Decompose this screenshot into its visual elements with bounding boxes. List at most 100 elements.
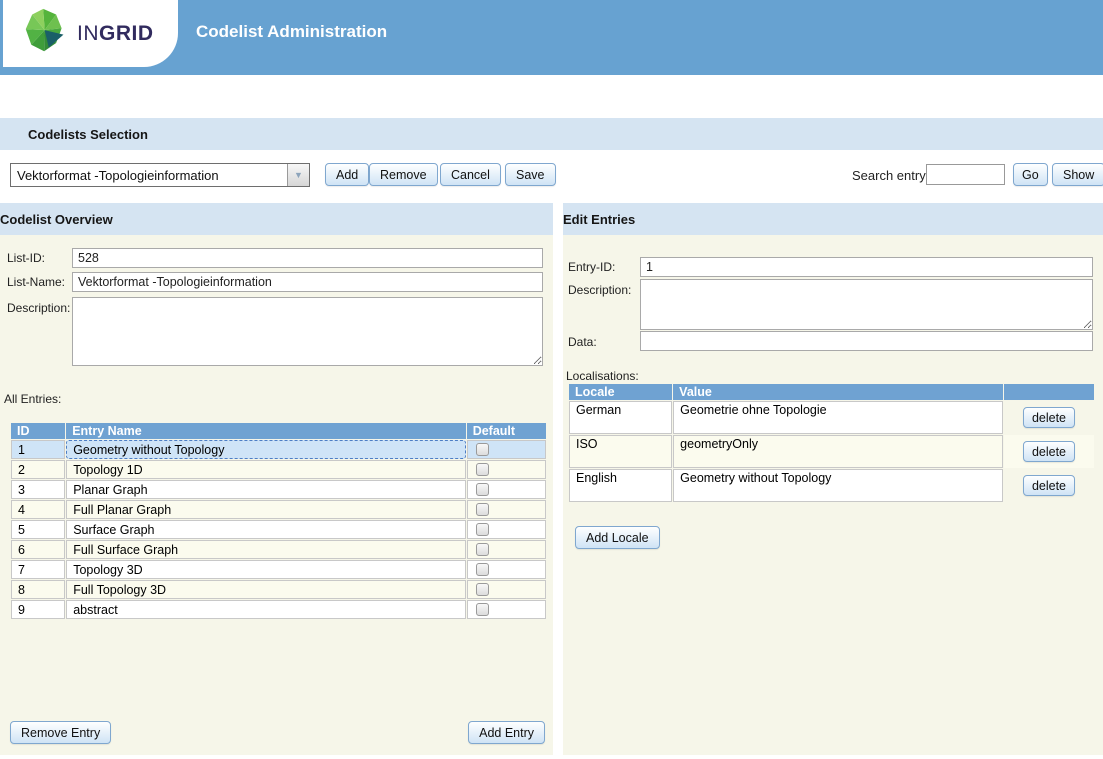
codelist-select[interactable]: Vektorformat -Topologieinformation ▼ bbox=[10, 163, 310, 187]
table-row[interactable]: 7 Topology 3D bbox=[11, 560, 546, 579]
entry-data-field[interactable] bbox=[640, 331, 1093, 351]
entry-id-cell: 4 bbox=[11, 500, 65, 519]
page-title: Codelist Administration bbox=[196, 22, 387, 42]
entry-id-cell: 2 bbox=[11, 460, 65, 479]
add-entry-button[interactable]: Add Entry bbox=[468, 721, 545, 744]
entry-name-cell[interactable]: abstract bbox=[66, 600, 465, 619]
default-checkbox[interactable] bbox=[476, 603, 489, 616]
list-id-label: List-ID: bbox=[7, 251, 45, 265]
default-checkbox[interactable] bbox=[476, 583, 489, 596]
entry-id-cell: 6 bbox=[11, 540, 65, 559]
list-id-field[interactable] bbox=[72, 248, 543, 268]
entry-name-cell[interactable]: Full Planar Graph bbox=[66, 500, 465, 519]
edit-entries-panel: Edit Entries Entry-ID: Description: Data… bbox=[563, 203, 1103, 755]
default-checkbox[interactable] bbox=[476, 483, 489, 496]
table-row[interactable]: 4 Full Planar Graph bbox=[11, 500, 546, 519]
logo-panel: INGRID bbox=[3, 0, 178, 67]
show-button[interactable]: Show bbox=[1052, 163, 1103, 186]
add-locale-button[interactable]: Add Locale bbox=[575, 526, 660, 549]
delete-button[interactable]: delete bbox=[1023, 407, 1075, 428]
value-cell: Geometry without Topology bbox=[673, 469, 1003, 502]
codelists-selection-title: Codelists Selection bbox=[28, 127, 148, 142]
entry-id-cell: 3 bbox=[11, 480, 65, 499]
logo-text-in: IN bbox=[77, 22, 99, 45]
list-description-field[interactable] bbox=[72, 297, 543, 366]
table-row[interactable]: 2 Topology 1D bbox=[11, 460, 546, 479]
entry-default-cell bbox=[467, 480, 546, 499]
remove-entry-button[interactable]: Remove Entry bbox=[10, 721, 111, 744]
col-default: Default bbox=[467, 423, 546, 439]
entry-default-cell bbox=[467, 500, 546, 519]
entry-name-cell[interactable]: Topology 3D bbox=[66, 560, 465, 579]
entry-default-cell bbox=[467, 580, 546, 599]
entry-id-cell: 7 bbox=[11, 560, 65, 579]
entry-name-cell[interactable]: Full Topology 3D bbox=[66, 580, 465, 599]
entry-name-cell[interactable]: Planar Graph bbox=[66, 480, 465, 499]
app-header: INGRID Codelist Administration bbox=[0, 0, 1103, 75]
entry-name-cell[interactable]: Geometry without Topology bbox=[66, 440, 465, 459]
codelist-select-value: Vektorformat -Topologieinformation bbox=[11, 168, 287, 183]
go-button[interactable]: Go bbox=[1013, 163, 1048, 186]
locale-cell: German bbox=[569, 401, 672, 434]
entry-default-cell bbox=[467, 520, 546, 539]
locale-cell: English bbox=[569, 469, 672, 502]
entry-id-cell: 9 bbox=[11, 600, 65, 619]
table-row[interactable]: 1 Geometry without Topology bbox=[11, 440, 546, 459]
table-row[interactable]: 3 Planar Graph bbox=[11, 480, 546, 499]
logo-text: INGRID bbox=[77, 22, 154, 46]
chevron-down-icon[interactable]: ▼ bbox=[287, 164, 309, 186]
delete-button[interactable]: delete bbox=[1023, 441, 1075, 462]
value-cell: geometryOnly bbox=[673, 435, 1003, 468]
action-cell: delete bbox=[1004, 401, 1094, 434]
entry-name-cell[interactable]: Topology 1D bbox=[66, 460, 465, 479]
default-checkbox[interactable] bbox=[476, 523, 489, 536]
entry-description-label: Description: bbox=[568, 283, 631, 297]
codelist-overview-panel: Codelist Overview List-ID: List-Name: De… bbox=[0, 203, 553, 755]
logo-text-grid: GRID bbox=[99, 22, 154, 45]
localisations-table: Locale Value German Geometrie ohne Topol… bbox=[568, 383, 1095, 503]
entry-name-cell[interactable]: Surface Graph bbox=[66, 520, 465, 539]
edit-entries-bar: Edit Entries bbox=[563, 203, 1103, 235]
list-name-label: List-Name: bbox=[7, 275, 65, 289]
add-button[interactable]: Add bbox=[325, 163, 369, 186]
entry-id-label: Entry-ID: bbox=[568, 260, 615, 274]
table-row: German Geometrie ohne Topologie delete bbox=[569, 401, 1094, 434]
codelist-admin-screen: INGRID Codelist Administration Codelists… bbox=[0, 0, 1103, 759]
table-row[interactable]: 6 Full Surface Graph bbox=[11, 540, 546, 559]
entry-default-cell bbox=[467, 440, 546, 459]
save-button[interactable]: Save bbox=[505, 163, 556, 186]
entries-header-row: ID Entry Name Default bbox=[11, 423, 546, 439]
locale-cell: ISO bbox=[569, 435, 672, 468]
table-row[interactable]: 5 Surface Graph bbox=[11, 520, 546, 539]
action-cell: delete bbox=[1004, 435, 1094, 468]
entry-name-cell[interactable]: Full Surface Graph bbox=[66, 540, 465, 559]
col-actions bbox=[1004, 384, 1094, 400]
col-locale: Locale bbox=[569, 384, 672, 400]
delete-button[interactable]: delete bbox=[1023, 475, 1075, 496]
default-checkbox[interactable] bbox=[476, 463, 489, 476]
codelist-overview-title: Codelist Overview bbox=[0, 212, 113, 227]
entry-id-cell: 5 bbox=[11, 520, 65, 539]
col-value: Value bbox=[673, 384, 1003, 400]
action-cell: delete bbox=[1004, 469, 1094, 502]
default-checkbox[interactable] bbox=[476, 443, 489, 456]
list-description-label: Description: bbox=[7, 301, 70, 315]
search-entry-input[interactable] bbox=[926, 164, 1005, 185]
entry-id-field[interactable] bbox=[640, 257, 1093, 277]
entry-default-cell bbox=[467, 460, 546, 479]
entry-id-cell: 8 bbox=[11, 580, 65, 599]
entry-description-field[interactable] bbox=[640, 279, 1093, 330]
default-checkbox[interactable] bbox=[476, 503, 489, 516]
table-row: ISO geometryOnly delete bbox=[569, 435, 1094, 468]
default-checkbox[interactable] bbox=[476, 543, 489, 556]
col-id: ID bbox=[11, 423, 65, 439]
cancel-button[interactable]: Cancel bbox=[440, 163, 501, 186]
value-cell: Geometrie ohne Topologie bbox=[673, 401, 1003, 434]
table-row[interactable]: 9 abstract bbox=[11, 600, 546, 619]
all-entries-table: ID Entry Name Default 1 Geometry without… bbox=[10, 422, 547, 620]
remove-button[interactable]: Remove bbox=[369, 163, 438, 186]
edit-entries-title: Edit Entries bbox=[563, 212, 635, 227]
default-checkbox[interactable] bbox=[476, 563, 489, 576]
list-name-field[interactable] bbox=[72, 272, 543, 292]
table-row[interactable]: 8 Full Topology 3D bbox=[11, 580, 546, 599]
